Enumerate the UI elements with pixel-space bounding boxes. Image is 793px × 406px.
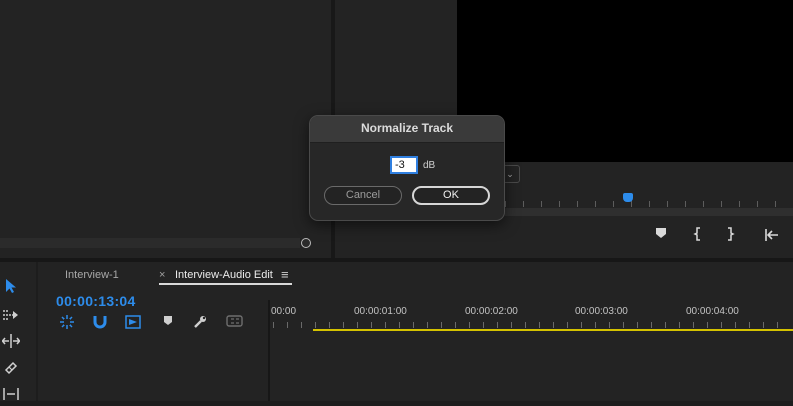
program-zoom-scrollbar[interactable] [505, 208, 793, 216]
tab-interview-audio-edit[interactable]: Interview-Audio Edit [175, 269, 273, 281]
cancel-button[interactable]: Cancel [324, 186, 402, 205]
playhead-marker[interactable] [623, 193, 633, 202]
ruler-label: 00:00:02:00 [465, 306, 518, 317]
source-monitor-panel [0, 0, 331, 258]
ruler-label: 00:00:01:00 [354, 306, 407, 317]
active-tab-indicator [159, 283, 292, 285]
ruler-label: 00:00:03:00 [575, 306, 628, 317]
ok-button[interactable]: OK [412, 186, 490, 205]
tab-interview-1[interactable]: Interview-1 [65, 269, 119, 281]
ripple-edit-tool-icon[interactable] [0, 332, 22, 354]
db-value-input[interactable] [390, 156, 418, 174]
program-video-frame [457, 0, 793, 162]
dialog-title: Normalize Track [360, 121, 454, 135]
source-scroll-handle[interactable] [301, 238, 311, 248]
db-unit-label: dB [423, 160, 436, 171]
settings-wrench-icon[interactable] [192, 315, 208, 331]
ruler-label: 00:00:04:00 [686, 306, 739, 317]
mark-out-icon[interactable] [725, 227, 735, 244]
snap-magnet-icon[interactable] [92, 315, 108, 331]
nest-sequence-icon[interactable] [59, 315, 75, 331]
source-scrollbar[interactable] [0, 238, 300, 248]
timeline-tab-bar: Interview-1 × Interview-Audio Edit ≡ [38, 262, 793, 286]
track-select-tool-icon[interactable] [0, 305, 22, 327]
ruler-label: 00:00 [271, 306, 297, 317]
close-icon[interactable]: × [159, 269, 165, 281]
mark-in-icon[interactable] [693, 227, 703, 244]
playhead-timecode[interactable]: 00:00:13:04 [56, 293, 136, 309]
work-area-bar[interactable] [313, 329, 793, 331]
selection-tool-icon[interactable] [0, 278, 22, 300]
razor-tool-icon[interactable] [0, 359, 22, 381]
captions-icon[interactable] [225, 315, 243, 331]
linked-selection-icon[interactable] [125, 315, 141, 331]
tools-panel [0, 262, 36, 401]
panel-menu-icon[interactable]: ≡ [281, 267, 289, 282]
dialog-titlebar[interactable]: Normalize Track [310, 116, 504, 143]
program-time-ruler[interactable] [505, 195, 793, 207]
go-to-in-icon[interactable] [764, 228, 780, 244]
add-marker-icon[interactable] [655, 226, 667, 242]
normalize-track-dialog: Normalize Track dB Cancel OK [309, 115, 505, 221]
slip-tool-icon[interactable] [0, 384, 22, 406]
add-marker-icon[interactable] [160, 315, 176, 331]
